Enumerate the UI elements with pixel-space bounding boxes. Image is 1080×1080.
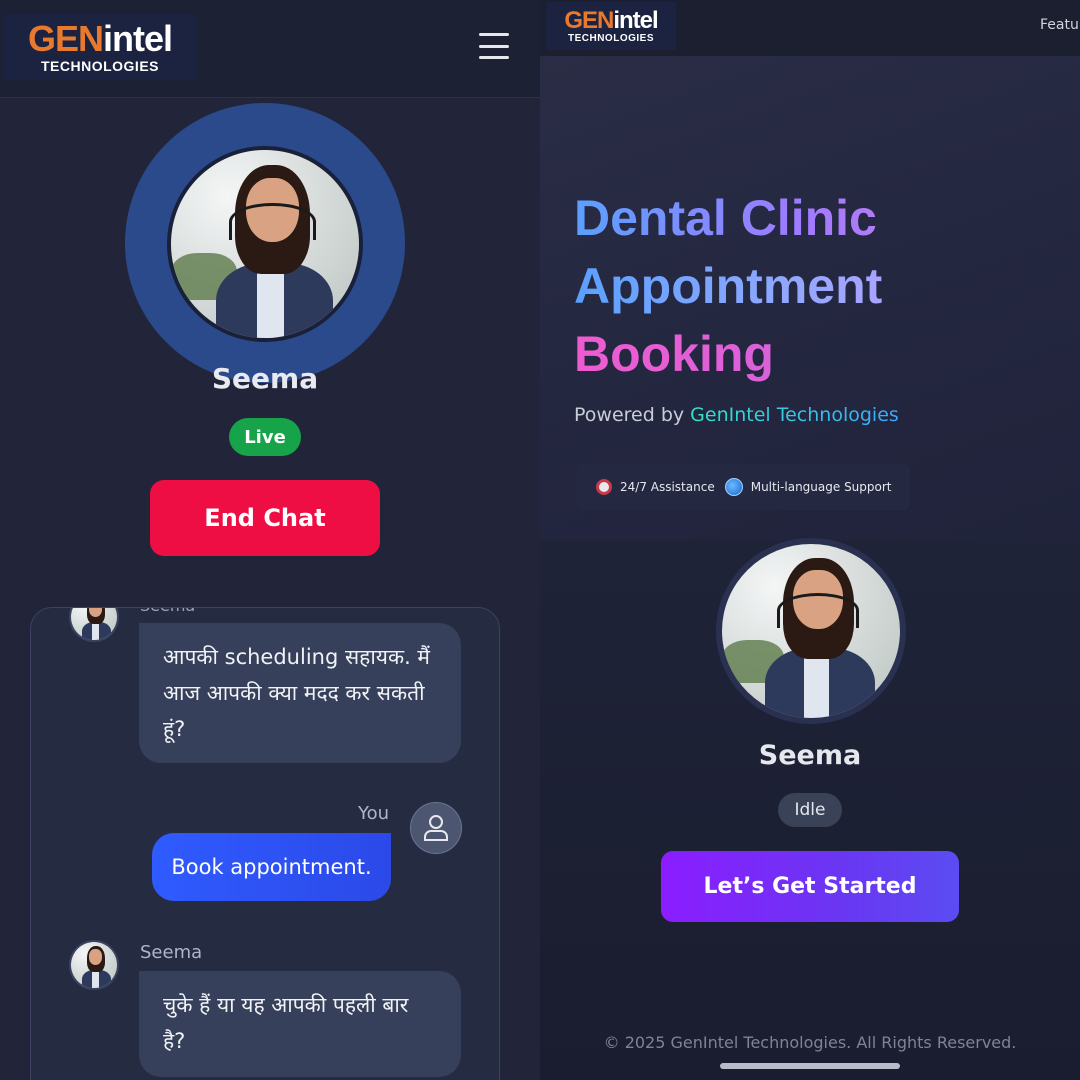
agent-avatar-small [69,940,119,990]
header-bar: GENintel TECHNOLOGIES [0,0,540,98]
feature-badges: 24/7 Assistance Multi-language Support [576,464,910,510]
feature-assistance: 24/7 Assistance [596,479,715,495]
nav-link-features[interactable]: Featur [1040,17,1080,33]
agent-sender-label: Seema [140,942,203,963]
agent-name: Seema [211,362,319,395]
globe-icon [724,478,743,496]
end-chat-button[interactable]: End Chat [150,480,380,556]
message-sender-name: Seema [140,608,195,615]
landing-screen: GENintel TECHNOLOGIES Featur Dental Clin… [540,0,1080,1080]
logo-gen-text: GEN [564,6,614,34]
powered-by-text: Powered by GenIntel Technologies [574,404,899,426]
header-bar: GENintel TECHNOLOGIES Featur [540,0,1080,56]
logo-intel-text: intel [103,18,173,59]
feature-multilanguage: Multi-language Support [724,478,892,496]
hero-section: Dental Clinic Appointment Booking Powere… [540,56,1080,540]
agent-avatar-small [69,608,119,642]
user-sender-label: You [358,803,390,824]
status-badge-live: Live [229,418,301,456]
agent-message-bubble: चुके हैं या यह आपकी पहली बार है? [139,971,461,1077]
user-message-bubble: Book appointment. [152,833,391,901]
logo-sub-text: TECHNOLOGIES [567,32,654,44]
logo-intel-text: intel [613,6,658,34]
status-badge-idle: Idle [778,793,842,827]
chat-transcript[interactable]: Seema आपकी scheduling सहायक. मैं आज आपकी… [30,607,500,1080]
agent-message-bubble: आपकी scheduling सहायक. मैं आज आपकी क्या … [139,623,461,763]
brand-name: GenIntel Technologies [690,404,899,426]
genintel-logo[interactable]: GENintel TECHNOLOGIES [4,14,196,80]
hero-title: Dental Clinic Appointment Booking [574,184,1074,388]
logo-sub-text: TECHNOLOGIES [40,58,159,74]
user-avatar-icon [410,802,462,854]
clock-icon [596,479,612,495]
get-started-button[interactable]: Let’s Get Started [661,851,959,922]
agent-avatar [716,538,906,724]
chat-screen: GENintel TECHNOLOGIES Seema Live End Cha… [0,0,540,1080]
logo-gen-text: GEN [27,18,104,59]
agent-avatar [167,146,363,342]
hamburger-menu-icon[interactable] [478,30,510,62]
genintel-logo[interactable]: GENintel TECHNOLOGIES [546,2,676,50]
agent-name: Seema [758,740,862,771]
home-indicator[interactable] [720,1063,900,1069]
footer-copyright: © 2025 GenIntel Technologies. All Rights… [603,1033,1017,1052]
